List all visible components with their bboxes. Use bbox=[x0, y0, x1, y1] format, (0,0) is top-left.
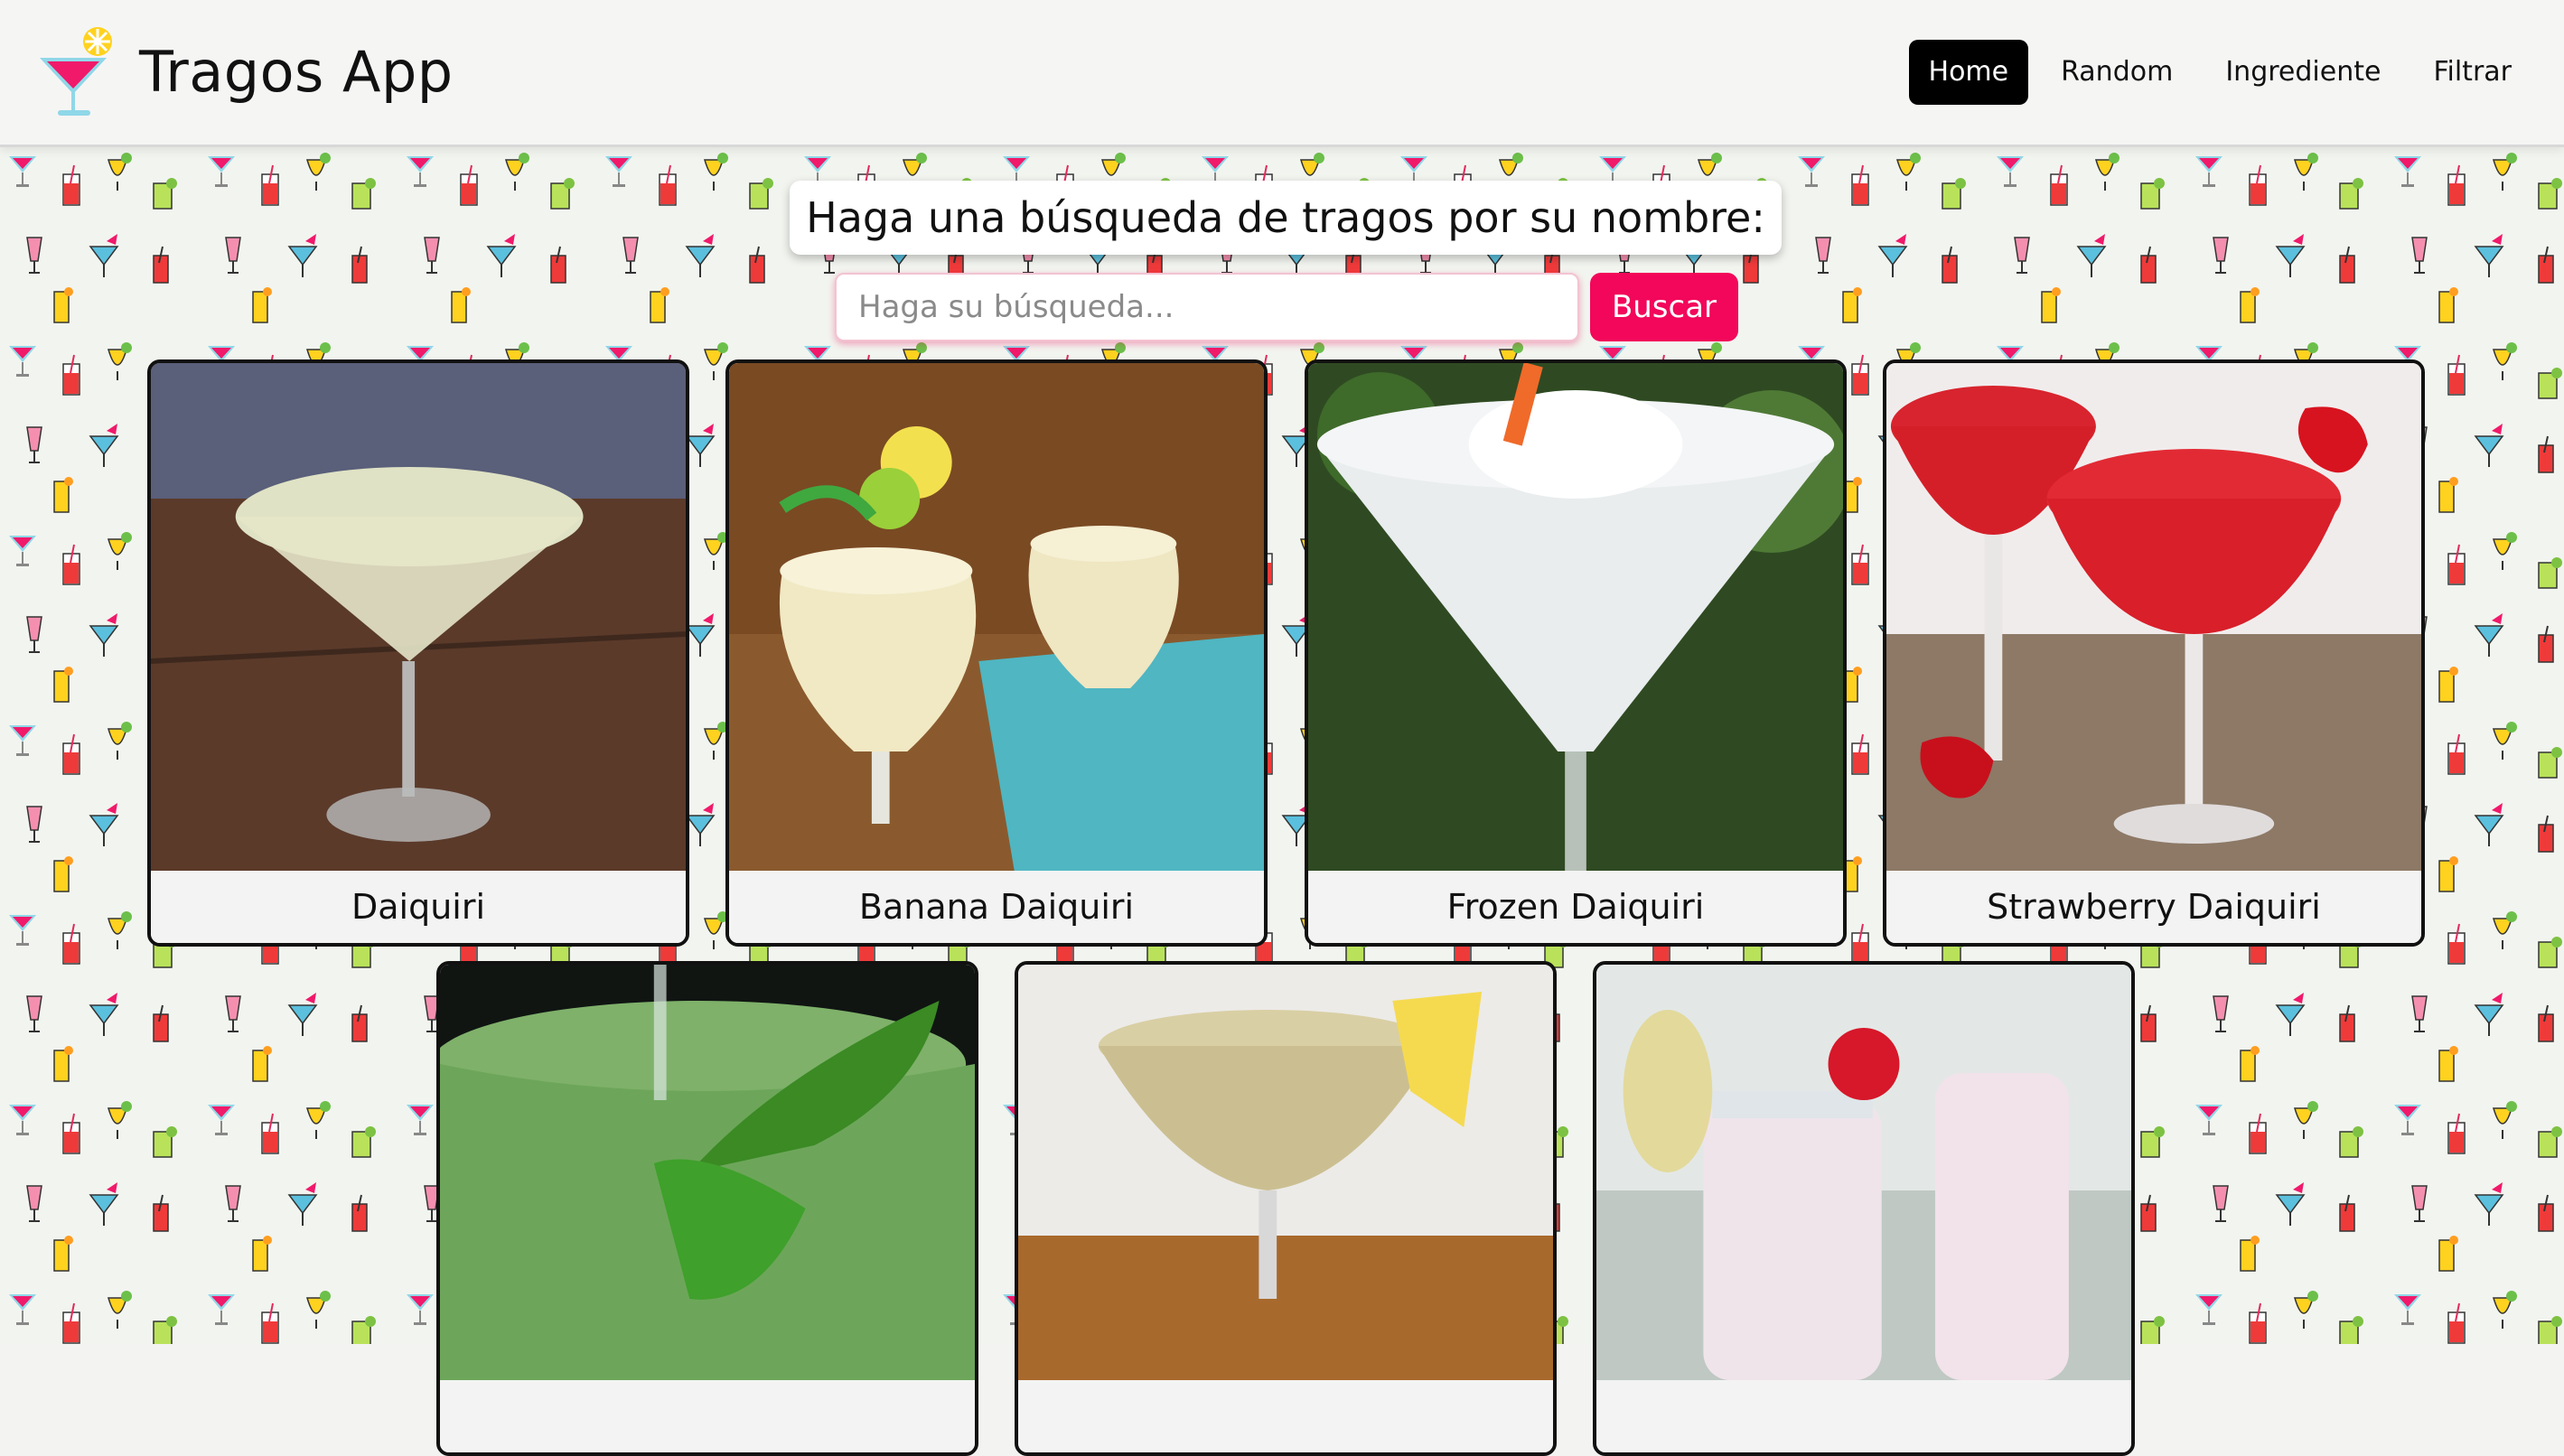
nav-ingrediente[interactable]: Ingrediente bbox=[2205, 40, 2400, 105]
main-nav: Home Random Ingrediente Filtrar bbox=[1896, 40, 2531, 105]
navbar: Tragos App Home Random Ingrediente Filtr… bbox=[0, 0, 2564, 147]
drink-image bbox=[1886, 363, 2421, 871]
drink-image bbox=[1308, 363, 1843, 871]
drink-card[interactable] bbox=[436, 961, 978, 1456]
nav-home[interactable]: Home bbox=[1908, 40, 2029, 105]
drink-card[interactable]: Strawberry Daiquiri bbox=[1883, 359, 2425, 947]
nav-random[interactable]: Random bbox=[2041, 40, 2193, 105]
search-input[interactable] bbox=[835, 273, 1579, 341]
search-button[interactable]: Buscar bbox=[1590, 273, 1738, 341]
drink-name: Banana Daiquiri bbox=[729, 871, 1264, 943]
search-title: Haga una búsqueda de tragos por su nombr… bbox=[790, 181, 1782, 255]
drink-card[interactable]: Daiquiri bbox=[147, 359, 689, 947]
drink-name bbox=[1018, 1380, 1553, 1452]
nav-filtrar[interactable]: Filtrar bbox=[2413, 40, 2531, 105]
cocktail-glass-icon bbox=[40, 27, 112, 116]
drink-image bbox=[1596, 965, 2131, 1380]
drink-name: Daiquiri bbox=[151, 871, 686, 943]
drink-image bbox=[440, 965, 975, 1380]
drink-image bbox=[1018, 965, 1553, 1380]
drink-card[interactable] bbox=[1593, 961, 2135, 1456]
brand-title: Tragos App bbox=[139, 38, 454, 105]
drink-card[interactable] bbox=[1015, 961, 1557, 1456]
drink-name bbox=[440, 1380, 975, 1452]
drink-card[interactable]: Banana Daiquiri bbox=[725, 359, 1268, 947]
drink-name bbox=[1596, 1380, 2131, 1452]
drink-card[interactable]: Frozen Daiquiri bbox=[1305, 359, 1847, 947]
brand[interactable]: Tragos App bbox=[34, 22, 454, 121]
drink-name: Strawberry Daiquiri bbox=[1886, 871, 2421, 943]
drink-image bbox=[151, 363, 686, 871]
drink-image bbox=[729, 363, 1264, 871]
drink-name: Frozen Daiquiri bbox=[1308, 871, 1843, 943]
